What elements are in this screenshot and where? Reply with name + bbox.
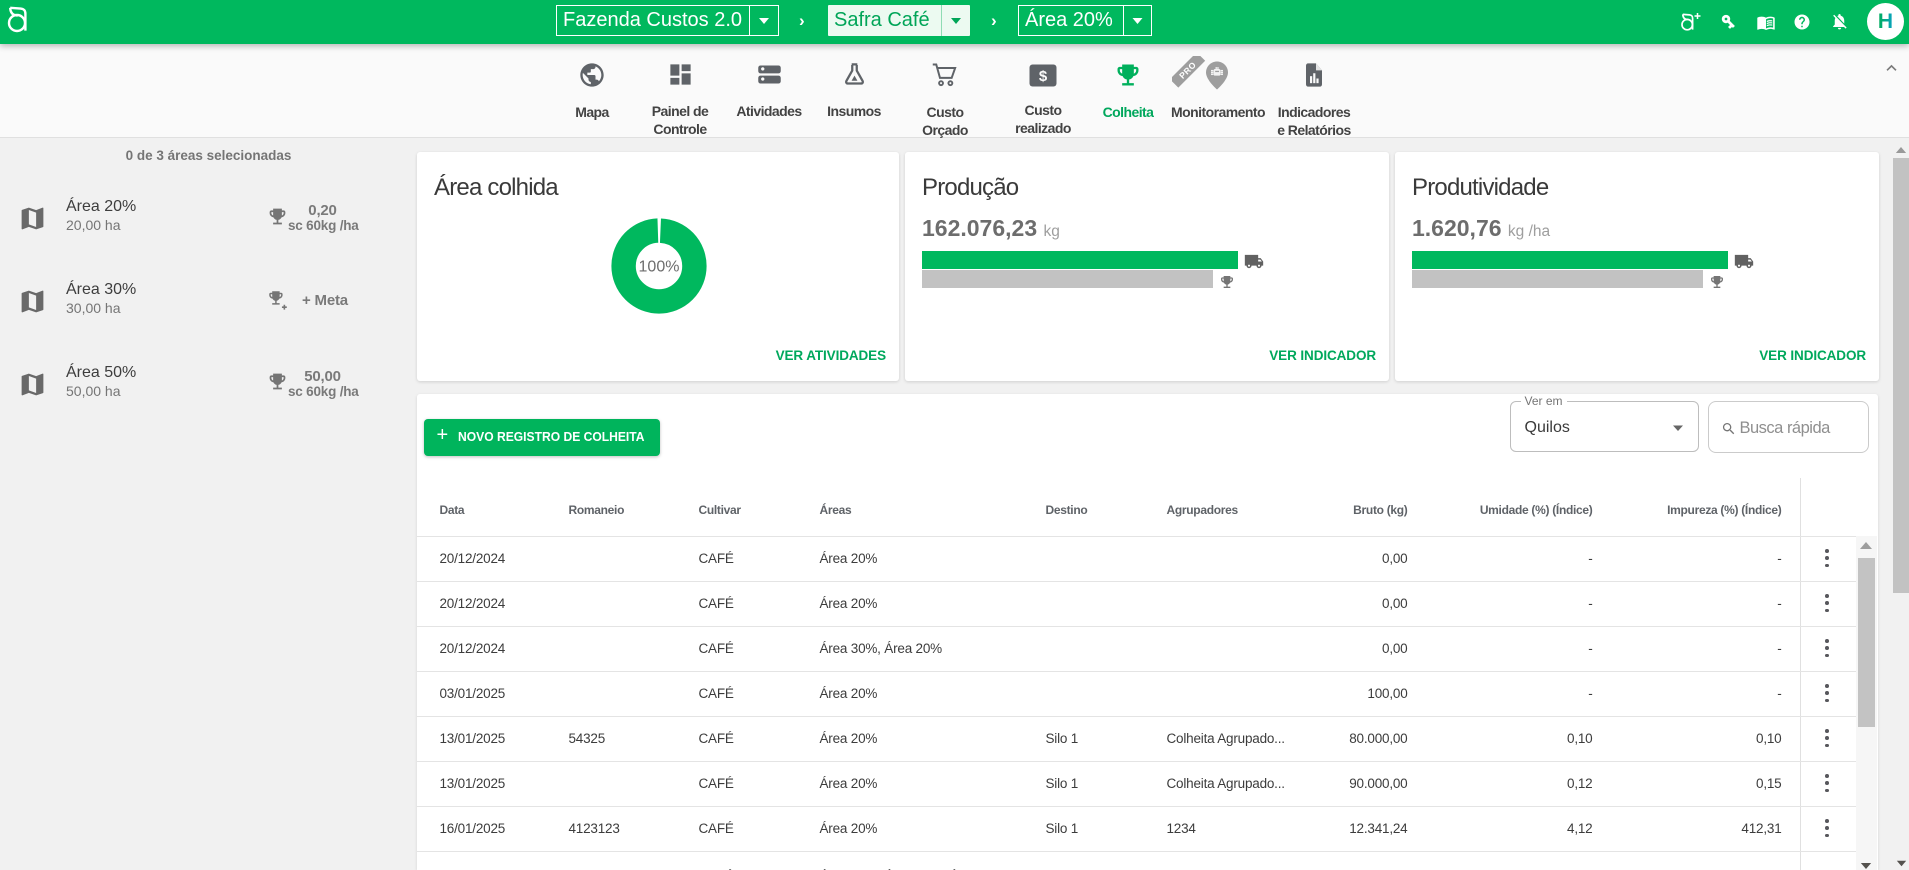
svg-text:100%: 100%: [639, 259, 680, 276]
svg-text:$: $: [1039, 68, 1048, 85]
